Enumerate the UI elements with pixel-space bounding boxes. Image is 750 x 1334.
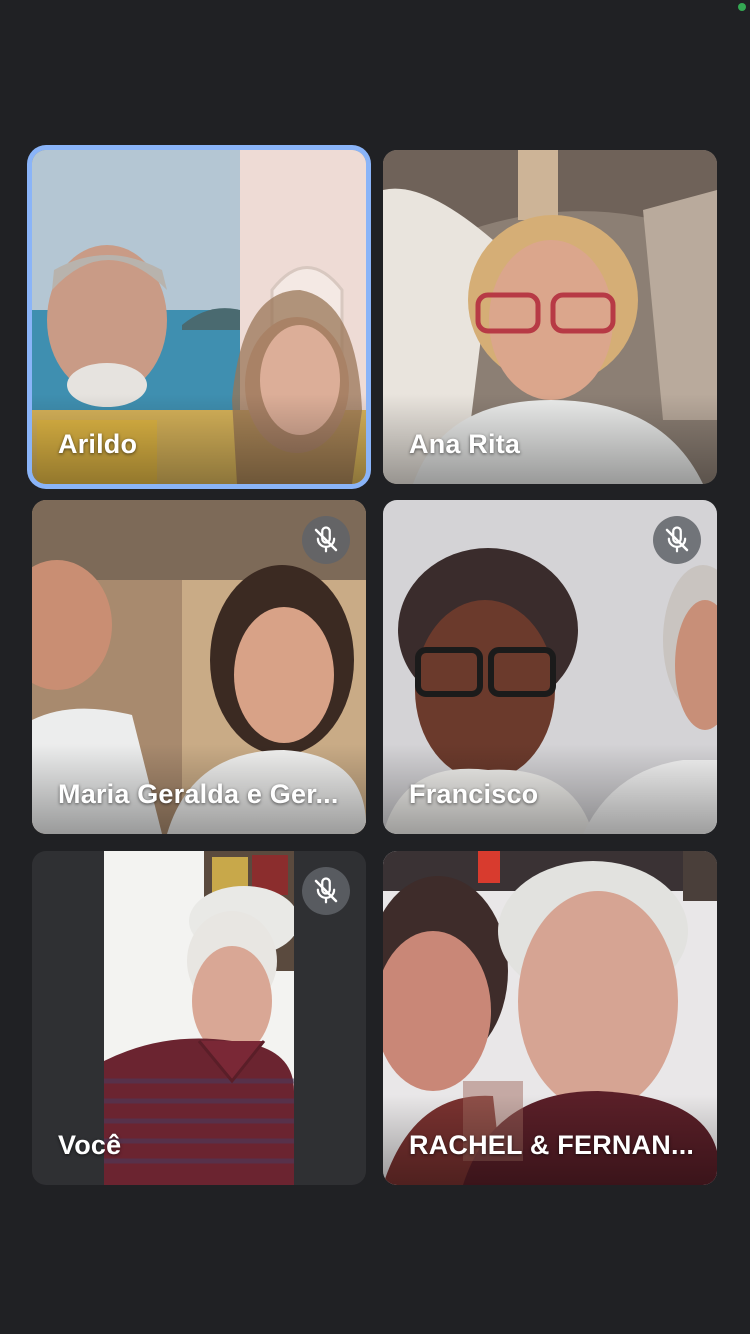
mic-off-icon <box>302 867 350 915</box>
participant-tile-ana-rita[interactable]: Ana Rita <box>383 150 717 484</box>
participant-tile-rachel-fernan[interactable]: RACHEL & FERNAN... <box>383 851 717 1185</box>
participant-tile-francisco[interactable]: Francisco <box>383 500 717 834</box>
participant-name: Maria Geralda e Ger... <box>58 779 339 809</box>
mic-off-icon <box>653 516 701 564</box>
participant-name: Você <box>58 1130 122 1160</box>
mic-off-icon <box>302 516 350 564</box>
participant-name: Francisco <box>409 779 539 809</box>
meeting-grid-screen: Arildo Ana Rita Maria Geralda e Ger... F… <box>0 0 750 1334</box>
participant-name: Ana Rita <box>409 429 521 459</box>
camera-in-use-indicator <box>738 3 746 11</box>
participant-tile-self[interactable]: Você <box>32 851 366 1185</box>
self-view-video <box>104 851 294 1185</box>
participant-name: Arildo <box>58 429 138 459</box>
participant-tile-maria-geralda[interactable]: Maria Geralda e Ger... <box>32 500 366 834</box>
participant-tile-arildo[interactable]: Arildo <box>32 150 366 484</box>
participant-name: RACHEL & FERNAN... <box>409 1130 695 1160</box>
